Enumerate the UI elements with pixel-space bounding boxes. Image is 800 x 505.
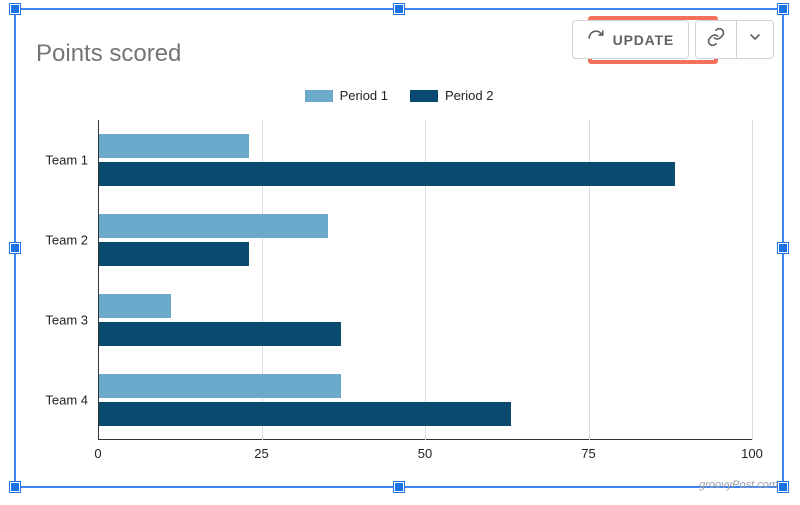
update-button-label: UPDATE [613,32,674,48]
resize-handle[interactable] [394,482,404,492]
link-icon [706,27,726,52]
link-button[interactable] [696,21,736,58]
refresh-icon [587,29,605,50]
resize-handle[interactable] [778,243,788,253]
chart-toolbar: UPDATE [572,20,774,59]
resize-handle[interactable] [778,482,788,492]
update-button[interactable]: UPDATE [572,20,689,59]
chart-options-dropdown[interactable] [736,21,773,58]
resize-handle[interactable] [10,4,20,14]
resize-handle[interactable] [10,243,20,253]
chevron-down-icon [747,29,763,50]
watermark: groovyPost.com [699,479,778,491]
resize-handle[interactable] [10,482,20,492]
editor-canvas: UPDATE [0,0,800,505]
linked-chart-menu [695,20,774,59]
resize-handle[interactable] [394,4,404,14]
resize-handle[interactable] [778,4,788,14]
selection-frame [14,8,784,488]
